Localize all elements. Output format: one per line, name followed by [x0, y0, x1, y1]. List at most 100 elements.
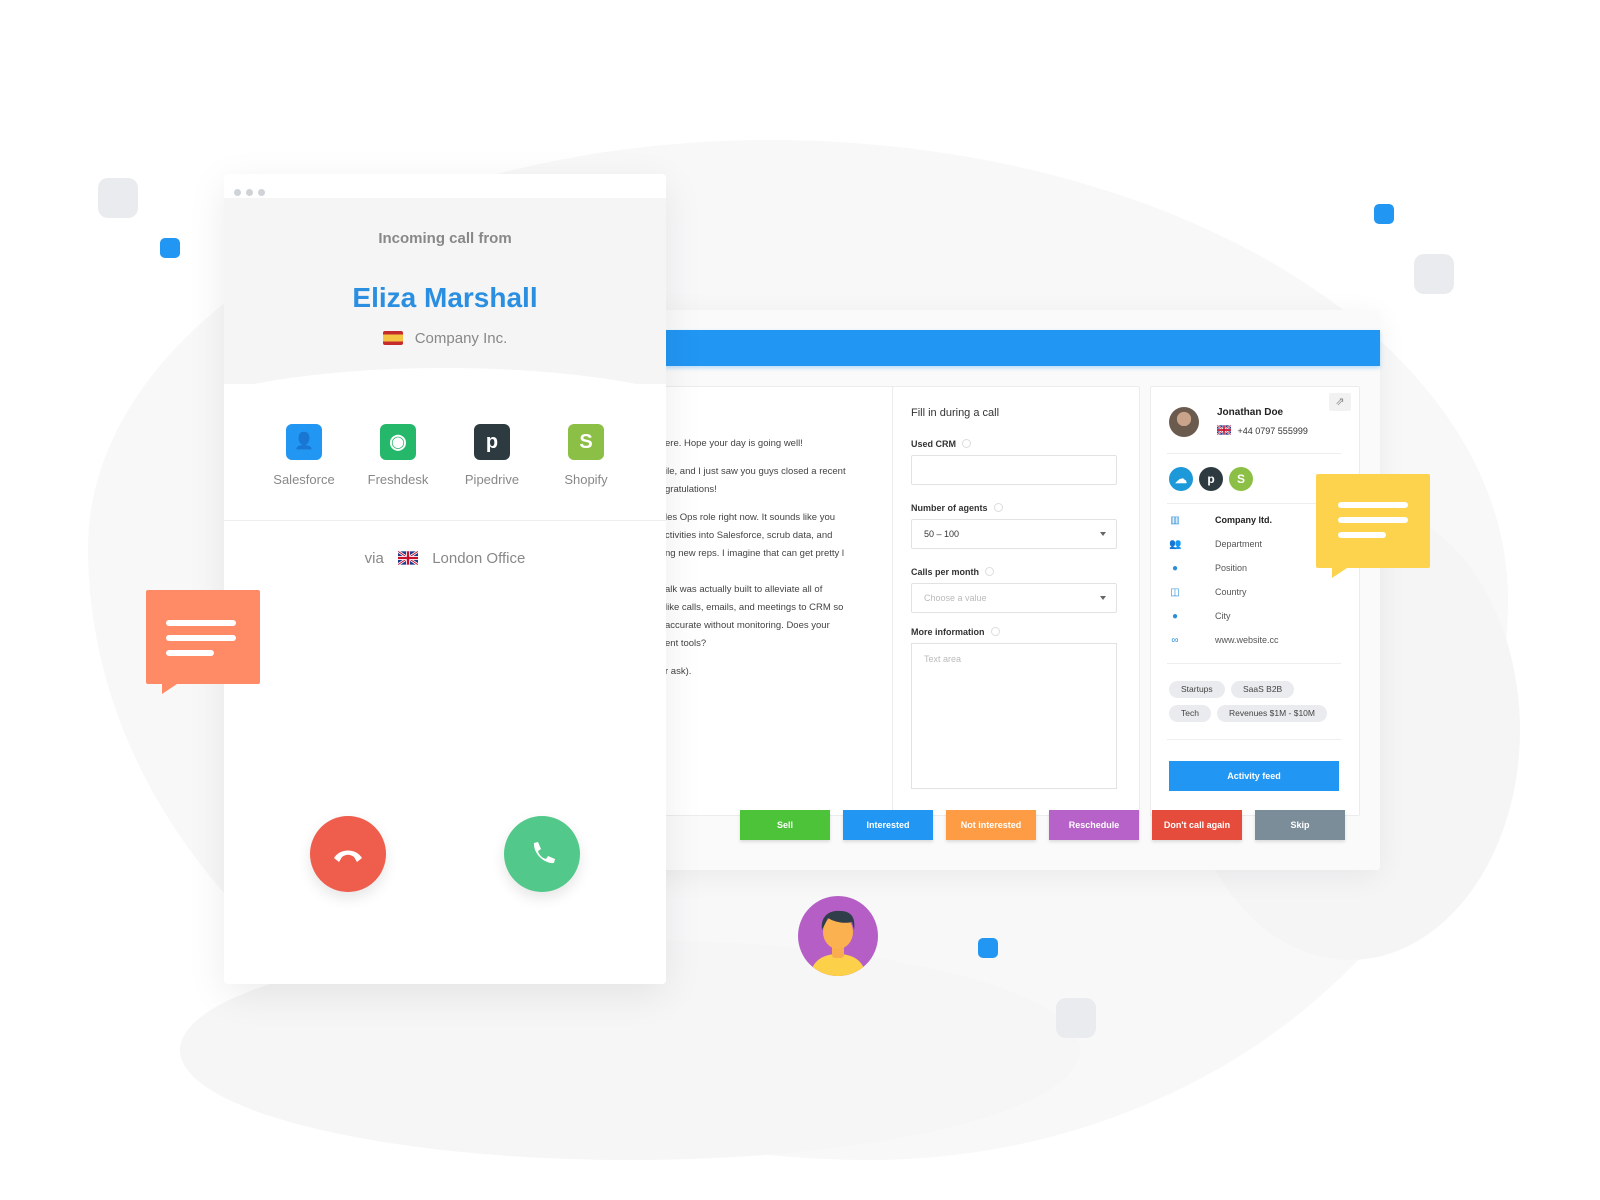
script-line: gratulations! — [665, 484, 717, 495]
person-icon: ● — [1171, 563, 1179, 574]
integration-salesforce[interactable]: 👤 Salesforce — [264, 424, 344, 487]
tag-chip[interactable]: Tech — [1169, 705, 1211, 722]
via-label: via — [364, 550, 384, 567]
shopify-icon: S — [568, 424, 604, 460]
contact-name: Jonathan Doe — [1217, 407, 1284, 418]
contact-panel: Jonathan Doe +44 0797 555999 ⇗ ☁ p S ▥ Comp… — [1150, 386, 1360, 816]
via-office: via London Office — [224, 550, 666, 567]
tag-chip[interactable]: Startups — [1169, 681, 1225, 698]
integration-shopify[interactable]: S Shopify — [546, 424, 626, 487]
caller-company: Company Inc. — [224, 330, 666, 347]
window-dot[interactable] — [234, 189, 241, 196]
label-text: Number of agents — [911, 503, 988, 513]
company-name: Company Inc. — [414, 330, 508, 347]
map-icon: ◫ — [1170, 587, 1180, 598]
select-value: 50 – 100 — [924, 529, 960, 539]
header-curve — [224, 368, 666, 428]
uk-flag-icon — [398, 551, 419, 565]
hang-up-icon — [334, 850, 362, 862]
help-icon[interactable] — [962, 439, 972, 448]
script-line: ctivities into Salesforce, scrub data, a… — [665, 530, 833, 541]
agents-label: Number of agents — [911, 503, 1003, 513]
label-text: Calls per month — [911, 567, 980, 577]
incoming-call-window: Incoming call from Eliza Marshall Compan… — [224, 174, 666, 984]
group-icon: 👥 — [1169, 539, 1182, 550]
help-icon[interactable] — [993, 503, 1003, 512]
crm-header-bar — [664, 330, 1380, 366]
integration-pipedrive[interactable]: p Pipedrive — [452, 424, 532, 487]
phone-icon — [533, 842, 555, 864]
contact-phone[interactable]: +44 0797 555999 — [1217, 425, 1308, 436]
salesforce-icon[interactable]: ☁ — [1169, 467, 1193, 491]
building-icon: ▥ — [1170, 515, 1180, 526]
caller-name: Eliza Marshall — [352, 282, 538, 313]
phone-number: +44 0797 555999 — [1237, 426, 1308, 436]
more-info-label: More information — [911, 627, 1000, 637]
decorative-square — [1414, 254, 1454, 294]
accept-call-button[interactable] — [504, 816, 580, 892]
calls-select[interactable]: Choose a value — [911, 583, 1117, 613]
decline-call-button[interactable] — [310, 816, 386, 892]
info-text: Country — [1215, 587, 1247, 597]
incoming-call-label: Incoming call from — [378, 230, 512, 247]
outcome-sell-button[interactable]: Sell — [740, 810, 830, 840]
call-form-panel: Fill in during a call Used CRM Number of… — [892, 386, 1140, 816]
script-paragraph: alk was actually built to alleviate all … — [665, 581, 865, 653]
used-crm-label: Used CRM — [911, 439, 972, 449]
integration-label: Shopify — [564, 472, 608, 487]
person-icon — [810, 910, 866, 976]
info-text: Department — [1215, 539, 1263, 549]
info-text: City — [1215, 611, 1231, 621]
call-script-text: ere. Hope your day is going well! ile, an… — [665, 435, 865, 691]
integrations-list: 👤 Salesforce ◉ Freshdesk p Pipedrive S Shopify — [224, 424, 666, 504]
pipedrive-icon[interactable]: p — [1199, 467, 1223, 491]
script-paragraph: ile, and I just saw you guys closed a re… — [665, 463, 865, 499]
freshdesk-icon: ◉ — [380, 424, 416, 460]
used-crm-input[interactable] — [911, 455, 1117, 485]
label-text: Used CRM — [911, 439, 957, 449]
window-dot[interactable] — [246, 189, 253, 196]
script-line: les Ops role right now. It sounds like y… — [665, 512, 836, 523]
pipedrive-icon: p — [474, 424, 510, 460]
outcome-interested-button[interactable]: Interested — [843, 810, 933, 840]
script-line: accurate without monitoring. Does your — [665, 620, 830, 631]
outcome-reschedule-button[interactable]: Reschedule — [1049, 810, 1139, 840]
activity-feed-button[interactable]: Activity feed — [1169, 761, 1339, 791]
external-link-icon[interactable]: ⇗ — [1329, 393, 1351, 411]
contact-info-row: ● City — [1169, 611, 1231, 625]
location-pin-icon: ● — [1171, 611, 1179, 622]
script-line: alk was actually built to alleviate all … — [665, 584, 823, 595]
tag-chip[interactable]: Revenues $1M - $10M — [1217, 705, 1327, 722]
call-script-panel: ere. Hope your day is going well! ile, an… — [664, 386, 904, 816]
tag-chip[interactable]: SaaS B2B — [1231, 681, 1295, 698]
help-icon[interactable] — [985, 567, 995, 576]
shopify-icon[interactable]: S — [1229, 467, 1253, 491]
info-text: Company ltd. — [1215, 515, 1273, 525]
decorative-blue-square — [160, 238, 180, 258]
agent-avatar — [798, 896, 878, 976]
divider — [1167, 503, 1341, 504]
divider — [1167, 663, 1341, 664]
more-info-textarea[interactable]: Text area — [911, 643, 1117, 789]
script-line: like calls, emails, and meetings to CRM … — [665, 602, 844, 613]
script-paragraph: les Ops role right now. It sounds like y… — [665, 509, 865, 563]
outcome-don-t-call-again-button[interactable]: Don't call again — [1152, 810, 1242, 840]
help-icon[interactable] — [990, 627, 1000, 636]
label-text: More information — [911, 627, 985, 637]
window-titlebar — [224, 174, 666, 198]
decorative-blue-square — [978, 938, 998, 958]
contact-info-row: ◫ Country — [1169, 587, 1247, 601]
outcome-skip-button[interactable]: Skip — [1255, 810, 1345, 840]
divider — [1167, 739, 1341, 740]
contact-info-row: ● Position — [1169, 563, 1247, 577]
script-line: ere. Hope your day is going well! — [665, 438, 803, 449]
integration-label: Pipedrive — [464, 472, 520, 487]
info-text[interactable]: www.website.cc — [1215, 635, 1279, 645]
salesforce-icon: 👤 — [286, 424, 322, 460]
agents-select[interactable]: 50 – 100 — [911, 519, 1117, 549]
window-dot[interactable] — [258, 189, 265, 196]
outcome-not-interested-button[interactable]: Not interested — [946, 810, 1036, 840]
uk-flag-icon — [1217, 425, 1231, 435]
chat-bubble-orange — [146, 590, 260, 700]
integration-freshdesk[interactable]: ◉ Freshdesk — [358, 424, 438, 487]
